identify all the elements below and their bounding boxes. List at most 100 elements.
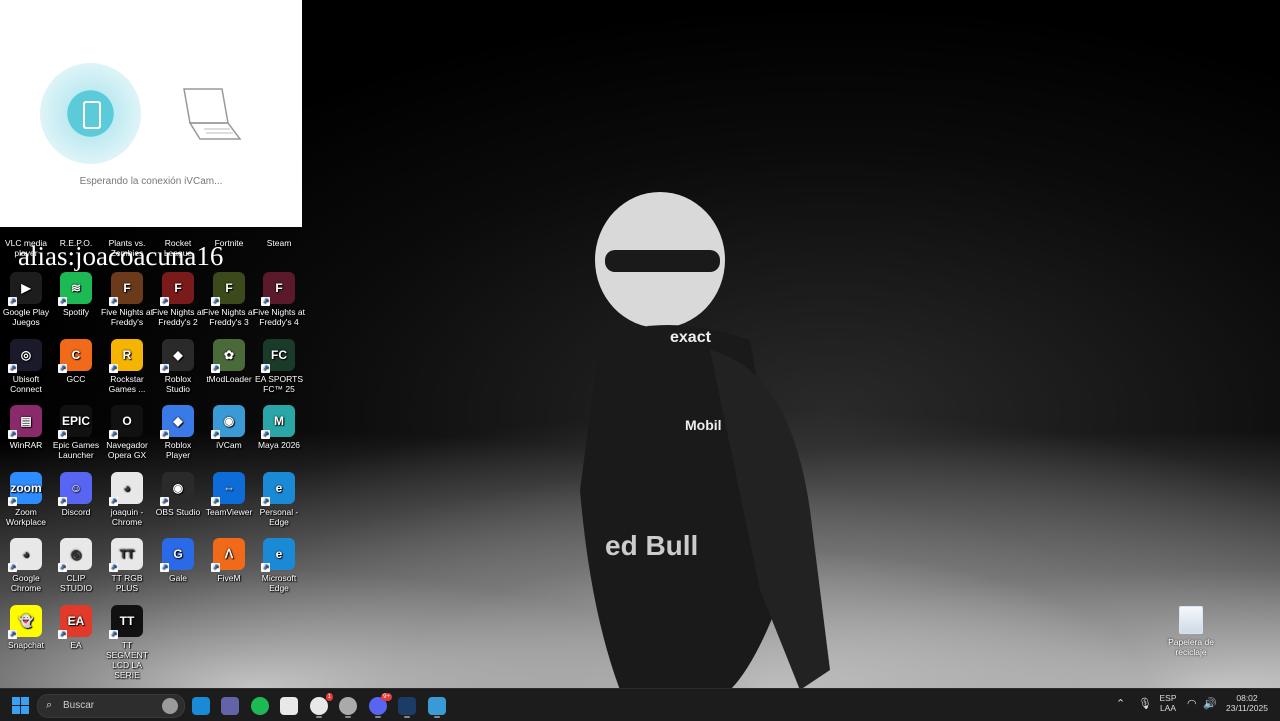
search-label: Buscar: [63, 700, 95, 711]
desktop-icon[interactable]: R ↗ Rockstar Games ...: [101, 339, 153, 394]
app-icon: ◉ ↗: [160, 472, 194, 506]
desktop-icon[interactable]: ▶ ↗ Google Play Juegos: [0, 272, 52, 327]
desktop-icon[interactable]: ✿ ↗ tModLoader: [203, 339, 255, 384]
app-icon: F ↗: [160, 272, 194, 306]
language-indicator[interactable]: ESP LAA: [1156, 693, 1180, 713]
desktop-icon[interactable]: F ↗ Five Nights at Freddy's 4: [253, 272, 305, 327]
shortcut-arrow-icon: ↗: [211, 497, 220, 506]
phone-icon: [83, 101, 101, 129]
steam-app-icon[interactable]: [398, 697, 416, 715]
desktop-icon[interactable]: F ↗ Five Nights at Freddy's: [101, 272, 153, 327]
desktop-icon[interactable]: ◕ ↗ Google Chrome: [0, 538, 52, 593]
desktop-icon[interactable]: ◆ ↗ Roblox Player: [152, 405, 204, 460]
shortcut-arrow-icon: ↗: [58, 630, 67, 639]
desktop-icon-label: GCC: [66, 374, 86, 384]
desktop-icon[interactable]: ◉ ↗ iVCam: [203, 405, 255, 450]
github-app-icon[interactable]: [339, 697, 357, 715]
chrome-app-icon[interactable]: 1: [310, 693, 333, 715]
shortcut-arrow-icon: ↗: [160, 563, 169, 572]
desktop-icon[interactable]: EPIC ↗ Epic Games Launcher: [50, 405, 102, 460]
desktop-icon-label: Discord: [61, 507, 91, 517]
desktop-icon[interactable]: zoom ↗ Zoom Workplace: [0, 472, 52, 527]
desktop-icon[interactable]: S↗Steam: [253, 238, 305, 248]
taskbar-search[interactable]: ⌕ Buscar: [37, 694, 185, 718]
desktop-icon-label: iVCam: [216, 440, 242, 450]
desktop-icon[interactable]: ≋ ↗ Spotify: [50, 272, 102, 317]
desktop-icon-label: Rockstar Games ...: [108, 374, 146, 394]
store-app-icon[interactable]: [280, 697, 298, 715]
desktop-icon-label: tModLoader: [206, 374, 252, 384]
running-indicator: [375, 716, 381, 718]
desktop-icon[interactable]: C ↗ GCC: [50, 339, 102, 384]
app-icon: zoom ↗: [8, 472, 42, 506]
volume-icon[interactable]: 🔊: [1203, 697, 1217, 710]
desktop-icon[interactable]: F ↗ Five Nights at Freddy's 2: [152, 272, 204, 327]
desktop-icon[interactable]: ☺ ↗ Discord: [50, 472, 102, 517]
desktop-icon[interactable]: ⇔ ↗ TeamViewer: [203, 472, 255, 517]
shortcut-arrow-icon: ↗: [8, 630, 17, 639]
chevron-up-icon[interactable]: ⌃: [1116, 697, 1125, 710]
desktop-icon-label: TeamViewer: [205, 507, 253, 517]
app-icon: G ↗: [160, 538, 194, 572]
notification-badge: 9+: [381, 693, 392, 701]
shortcut-arrow-icon: ↗: [109, 297, 118, 306]
desktop-icon[interactable]: ◎ ↗ Ubisoft Connect: [0, 339, 52, 394]
desktop-icon[interactable]: M ↗ Maya 2026: [253, 405, 305, 450]
desktop-icon[interactable]: 👻 ↗ Snapchat: [0, 605, 52, 650]
desktop-icon[interactable]: ᐱ ↗ FiveM: [203, 538, 255, 583]
shortcut-arrow-icon: ↗: [261, 297, 270, 306]
start-button[interactable]: [12, 697, 29, 714]
desktop-icon-label: Roblox Studio: [164, 374, 192, 394]
microphone-icon[interactable]: 🎙: [1138, 697, 1152, 710]
svg-text:ed Bull: ed Bull: [605, 530, 698, 561]
app-icon: ◉ ↗: [211, 405, 245, 439]
desktop-icon[interactable]: F ↗ Five Nights at Freddy's 3: [203, 272, 255, 327]
ivcam-app-icon[interactable]: [428, 697, 446, 715]
app-icon: ◆ ↗: [160, 339, 194, 373]
app-icon: ◆ ↗: [160, 405, 194, 439]
desktop-icon[interactable]: ▤ ↗ WinRAR: [0, 405, 52, 450]
ivcam-window[interactable]: Esperando la conexión iVCam...: [0, 0, 302, 227]
desktop-icon-label: Steam: [266, 238, 292, 248]
desktop-icon-label: CLIP STUDIO: [59, 573, 93, 593]
desktop-icon[interactable]: ◎ ↗ CLIP STUDIO: [50, 538, 102, 593]
wifi-icon[interactable]: ◠: [1187, 697, 1197, 710]
app-icon: TT ↗: [109, 538, 143, 572]
notification-badge: 1: [325, 693, 333, 701]
app-icon: ✿ ↗: [211, 339, 245, 373]
desktop-icon[interactable]: FC ↗ EA SPORTS FC™ 25: [253, 339, 305, 394]
app-icon: e ↗: [261, 538, 295, 572]
desktop-icon[interactable]: G ↗ Gale: [152, 538, 204, 583]
shortcut-arrow-icon: ↗: [261, 364, 270, 373]
desktop-icon-label: Five Nights at Freddy's 3: [203, 307, 255, 327]
shortcut-arrow-icon: ↗: [160, 430, 169, 439]
desktop-icon-label: EA SPORTS FC™ 25: [254, 374, 304, 394]
desktop-icon[interactable]: EA ↗ EA: [50, 605, 102, 650]
discord-app-icon[interactable]: 9+: [369, 693, 392, 715]
desktop-icon[interactable]: e ↗ Microsoft Edge: [253, 538, 305, 593]
desktop-icon[interactable]: TT ↗ TT SEGMENT LCD LA SERIE: [101, 605, 153, 680]
alias-overlay-text: alias:joacoacuna16: [18, 241, 224, 271]
clock[interactable]: 08:02 23/11/2025: [1222, 693, 1272, 713]
app-icon: 👻 ↗: [8, 605, 42, 639]
desktop-icon-label: EA: [70, 640, 82, 650]
app-icon: ▤ ↗: [8, 405, 42, 439]
running-indicator: [316, 716, 322, 718]
desktop-icon[interactable]: ◆ ↗ Roblox Studio: [152, 339, 204, 394]
spotify-app-icon[interactable]: [251, 697, 269, 715]
app-icon: F ↗: [109, 272, 143, 306]
shortcut-arrow-icon: ↗: [58, 563, 67, 572]
desktop-icon-label: FiveM: [217, 573, 241, 583]
desktop-icon[interactable]: O ↗ Navegador Opera GX: [101, 405, 153, 460]
laptop-icon: [183, 88, 242, 140]
wallpaper-driver-figure: exact Mobil ed Bull: [580, 192, 830, 688]
edge-app-icon[interactable]: [192, 697, 210, 715]
recycle-bin[interactable]: Papelera de reciclaje: [1166, 606, 1216, 657]
shortcut-arrow-icon: ↗: [8, 563, 17, 572]
teams-app-icon[interactable]: [221, 697, 239, 715]
desktop-icon[interactable]: ◕ ↗ joaquin - Chrome: [101, 472, 153, 527]
desktop-icon[interactable]: TT ↗ TT RGB PLUS: [101, 538, 153, 593]
desktop-icon[interactable]: e ↗ Personal - Edge: [253, 472, 305, 527]
desktop-icon[interactable]: ◉ ↗ OBS Studio: [152, 472, 204, 517]
desktop-icon-label: Google Chrome: [10, 573, 42, 593]
